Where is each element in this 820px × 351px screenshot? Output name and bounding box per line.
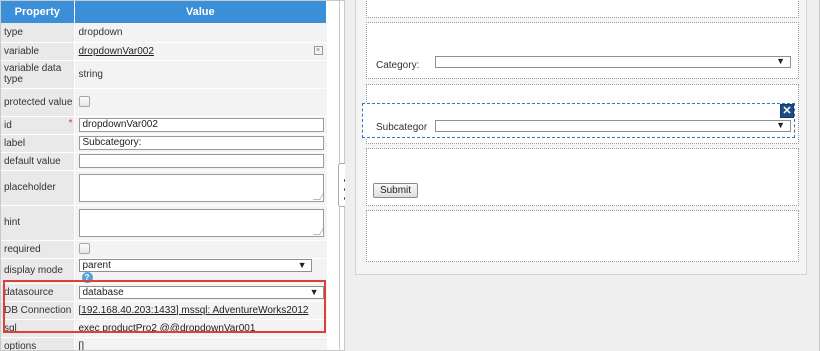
category-label: Category: (376, 60, 420, 71)
help-icon[interactable]: ? (81, 271, 93, 283)
type-value: dropdown (78, 26, 123, 38)
id-input[interactable]: dropdownVar002 (78, 118, 324, 132)
clear-icon[interactable]: × (313, 46, 323, 55)
datasource-value: database (82, 286, 124, 298)
required-marker: * (68, 117, 73, 129)
placeholder-textarea[interactable] (78, 173, 324, 202)
display-mode-select[interactable]: parent ▼ (78, 258, 312, 272)
dropdown-arrow-icon: ▼ (776, 56, 785, 66)
protected-value-checkbox[interactable] (78, 96, 90, 108)
sql-link[interactable]: exec productPro2 @@dropdownVar001 (79, 323, 256, 334)
value-column-header: Value (74, 1, 327, 23)
row-options: options [] (1, 337, 327, 350)
row-variable: variable dropdownVar002 × (1, 42, 327, 61)
row-placeholder: placeholder (1, 170, 327, 206)
row-label: id (4, 119, 12, 131)
resize-grip-icon[interactable] (312, 227, 324, 235)
row-display-mode: display mode parent ▼? (1, 258, 327, 284)
row-label: placeholder (1, 170, 75, 206)
row-label: DB Connection (1, 301, 75, 320)
row-label: required (1, 240, 75, 259)
display-mode-value: parent (82, 259, 111, 271)
row-id: id * dropdownVar002 (1, 116, 327, 135)
row-variable-data-type: variable data type string (1, 60, 327, 89)
drop-zone[interactable] (366, 22, 799, 79)
row-label: sql (1, 319, 75, 338)
close-icon[interactable]: ✕ (780, 104, 794, 118)
db-connection-link[interactable]: [192.168.40.203:1433] mssql: AdventureWo… (79, 305, 309, 316)
submit-button[interactable]: Submit (373, 183, 418, 198)
row-db-connection: DB Connection [192.168.40.203:1433] mssq… (1, 301, 327, 320)
row-type: type dropdown (1, 23, 327, 43)
row-default-value: default value (1, 152, 327, 171)
resize-grip-icon[interactable] (312, 192, 324, 200)
row-label: hint (1, 205, 75, 241)
dropdown-arrow-icon: ▼ (776, 120, 785, 130)
drop-zone[interactable] (366, 0, 799, 18)
property-column-header: Property (1, 1, 75, 23)
variable-data-type-value: string (78, 68, 103, 80)
options-link[interactable]: [] (79, 341, 85, 350)
variable-link[interactable]: dropdownVar002 (79, 46, 154, 57)
subcategory-select[interactable]: ▼ (435, 120, 791, 132)
row-label: options (1, 337, 75, 350)
category-select[interactable]: ▼ (435, 56, 791, 68)
row-protected-value: protected value (1, 88, 327, 117)
drop-zone[interactable] (366, 210, 799, 262)
datasource-select[interactable]: database ▼ (78, 285, 324, 299)
row-label: protected value (1, 88, 75, 117)
row-label: variable (1, 42, 75, 61)
row-sql: sql exec productPro2 @@dropdownVar001 (1, 319, 327, 338)
row-label: display mode (1, 258, 75, 284)
dropdown-arrow-icon: ▼ (309, 286, 319, 297)
row-label: default value (1, 152, 75, 171)
properties-table: Property Value type dropdown variable dr… (1, 1, 327, 350)
row-label: variable data type (1, 60, 75, 89)
dropdown-arrow-icon: ▼ (297, 259, 307, 270)
default-value-input[interactable] (78, 154, 324, 168)
drop-zone[interactable] (366, 148, 799, 206)
row-label: datasource (1, 283, 75, 302)
required-checkbox[interactable] (78, 243, 90, 255)
subcategory-label: Subcategor (376, 122, 428, 133)
row-hint: hint (1, 205, 327, 241)
row-label: label (1, 134, 75, 153)
label-input[interactable]: Subcategory: (78, 136, 324, 150)
row-label: type (1, 23, 75, 43)
designer-panel: Category: ▼ Subcategor ▼ ✕ Submit (345, 0, 819, 351)
row-datasource: datasource database ▼ (1, 283, 327, 302)
row-label-field: label Subcategory: (1, 134, 327, 153)
properties-panel: Property Value type dropdown variable dr… (1, 1, 327, 350)
hint-textarea[interactable] (78, 208, 324, 237)
row-required: required (1, 240, 327, 259)
